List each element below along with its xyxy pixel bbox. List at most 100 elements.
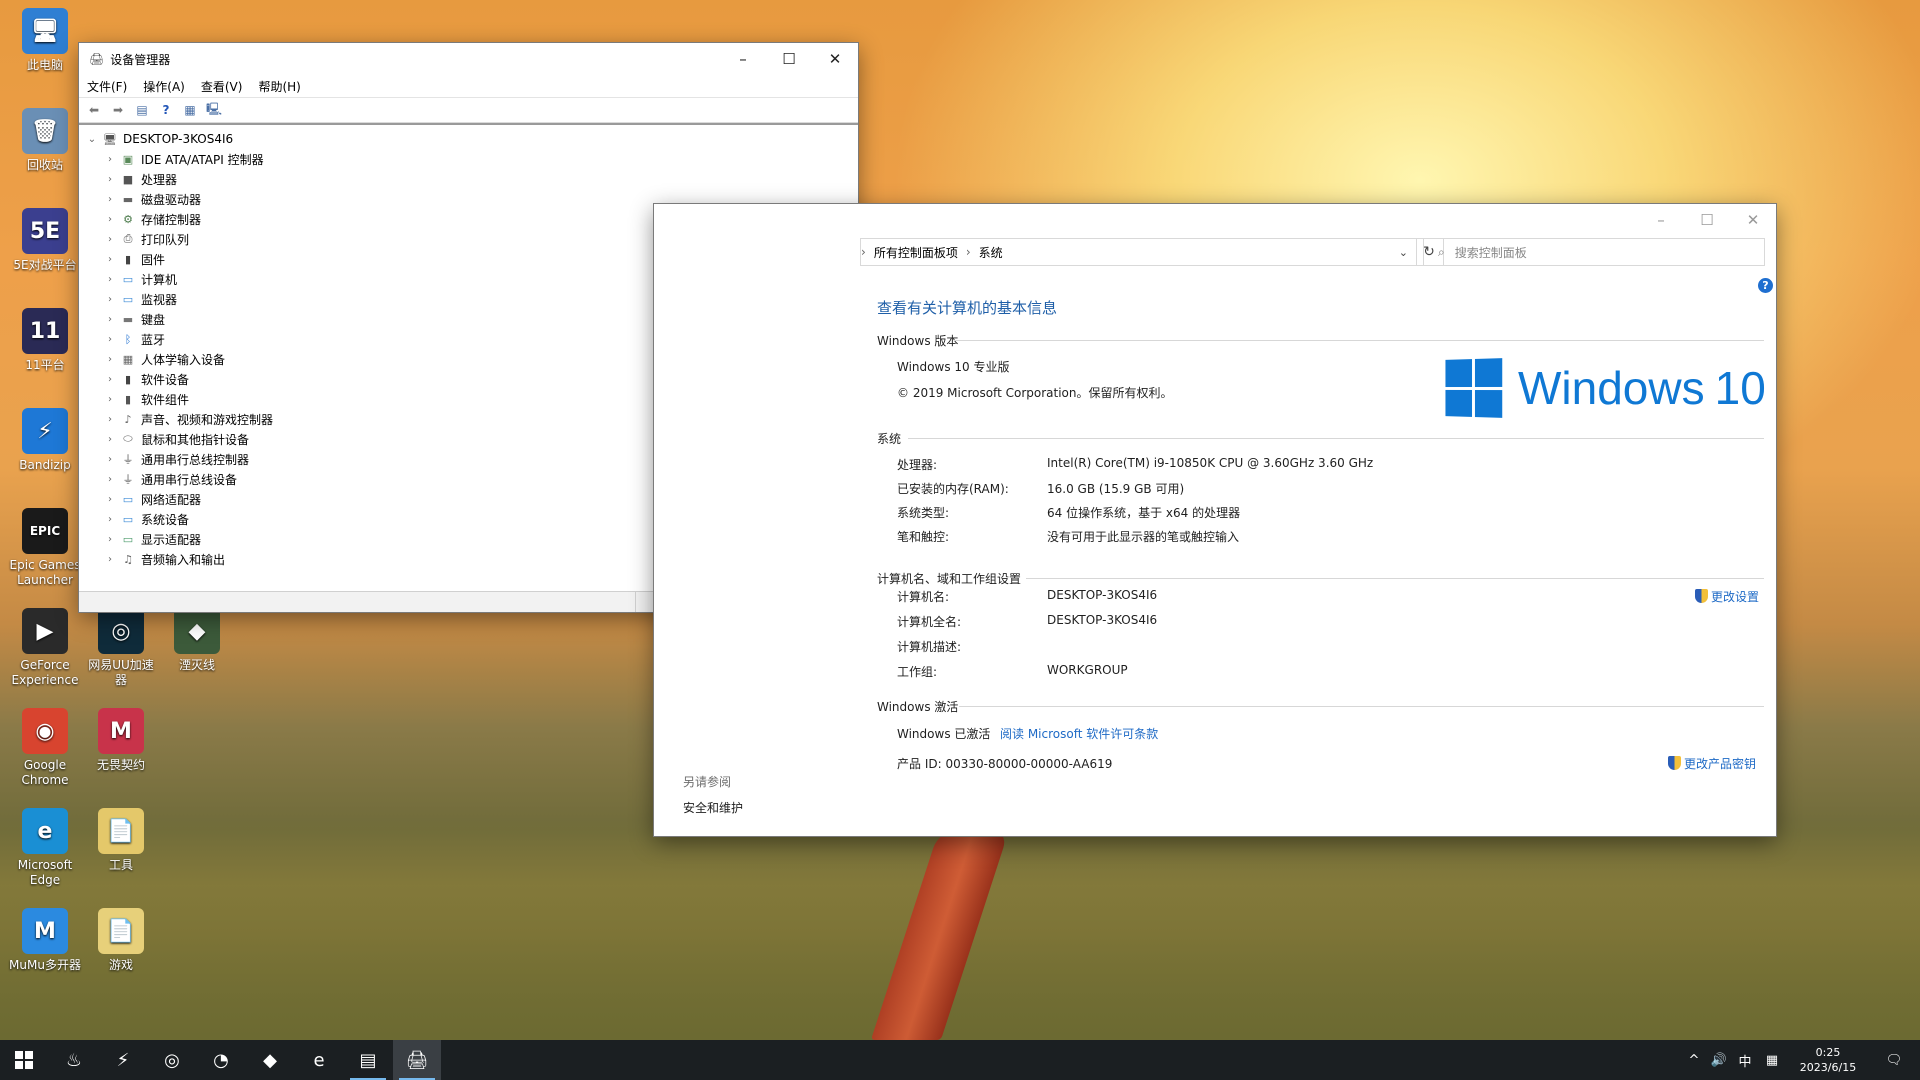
desktop-icon[interactable]: EPIC Epic Games Launcher bbox=[8, 508, 82, 588]
ime-indicator[interactable]: 中 bbox=[1734, 1040, 1756, 1080]
show-hide-console-tree-icon[interactable]: ▤ bbox=[133, 102, 151, 118]
desktop-icon[interactable]: ◉ Google Chrome bbox=[8, 708, 82, 788]
chevron-right-icon[interactable]: › bbox=[103, 434, 117, 445]
chevron-right-icon[interactable]: › bbox=[103, 274, 117, 285]
chevron-up-icon[interactable]: ^ bbox=[1686, 1040, 1702, 1080]
help-icon[interactable]: ? bbox=[157, 102, 175, 118]
chevron-right-icon[interactable]: › bbox=[103, 334, 117, 345]
notification-icon[interactable]: 🗨 bbox=[1876, 1040, 1912, 1080]
tree-item[interactable]: › ▮ 固件 bbox=[103, 249, 165, 269]
chevron-right-icon[interactable]: › bbox=[103, 214, 117, 225]
minimize-button[interactable]: – bbox=[1638, 204, 1684, 236]
tree-item[interactable]: › ▣ IDE ATA/ATAPI 控制器 bbox=[103, 149, 264, 169]
menu-view[interactable]: 查看(V) bbox=[201, 78, 243, 95]
help-icon[interactable]: ? bbox=[1758, 278, 1773, 293]
close-button[interactable]: ✕ bbox=[1730, 204, 1776, 236]
desktop-icon[interactable]: ▶ GeForce Experience bbox=[8, 608, 82, 688]
chevron-right-icon[interactable]: › bbox=[103, 174, 117, 185]
properties-icon[interactable]: ▦ bbox=[181, 102, 199, 118]
maximize-button[interactable]: ☐ bbox=[766, 43, 812, 75]
back-arrow-icon[interactable]: ⬅ bbox=[85, 102, 103, 118]
tree-item[interactable]: › ■ 处理器 bbox=[103, 169, 177, 189]
address-bar[interactable]: › 所有控制面板项 › 系统 ⌄ bbox=[860, 238, 1417, 266]
desktop-icon[interactable]: 📄 游戏 bbox=[84, 908, 158, 973]
chevron-right-icon[interactable]: › bbox=[103, 154, 117, 165]
license-terms-link[interactable]: 阅读 Microsoft 软件许可条款 bbox=[1000, 725, 1158, 742]
security-maintenance-link[interactable]: 安全和维护 bbox=[683, 799, 743, 816]
chevron-right-icon[interactable]: › bbox=[103, 494, 117, 505]
bandizip-icon[interactable]: ⚡ bbox=[99, 1040, 147, 1080]
close-button[interactable]: ✕ bbox=[812, 43, 858, 75]
chevron-right-icon[interactable]: › bbox=[103, 294, 117, 305]
breadcrumb-system[interactable]: 系统 bbox=[979, 244, 1003, 261]
tree-item[interactable]: › ▬ 磁盘驱动器 bbox=[103, 189, 201, 209]
chevron-right-icon[interactable]: › bbox=[103, 394, 117, 405]
chevron-right-icon[interactable]: › bbox=[103, 314, 117, 325]
ime-mode-icon[interactable]: ▦ bbox=[1760, 1040, 1784, 1080]
tree-item[interactable]: › ⏚ 通用串行总线设备 bbox=[103, 469, 237, 489]
desktop-icon[interactable]: 📄 工具 bbox=[84, 808, 158, 873]
forward-arrow-icon[interactable]: ➡ bbox=[109, 102, 127, 118]
search-input[interactable]: ⌕ 搜索控制面板 bbox=[1423, 238, 1765, 266]
chevron-right-icon[interactable]: › bbox=[103, 554, 117, 565]
desktop-icon[interactable]: 5E 5E对战平台 bbox=[8, 208, 82, 273]
uu-accelerator-icon[interactable]: ◎ bbox=[148, 1040, 196, 1080]
desktop-icon[interactable]: 11 11平台 bbox=[8, 308, 82, 373]
chevron-right-icon[interactable]: › bbox=[103, 194, 117, 205]
chevron-right-icon[interactable]: › bbox=[103, 354, 117, 365]
menu-action[interactable]: 操作(A) bbox=[143, 78, 185, 95]
volume-icon[interactable]: 🔊 bbox=[1708, 1040, 1730, 1080]
chevron-down-icon[interactable]: ⌄ bbox=[1399, 246, 1408, 259]
chevron-right-icon[interactable]: › bbox=[103, 374, 117, 385]
device-manager-titlebar[interactable]: 🖨 设备管理器 – ☐ ✕ bbox=[79, 43, 858, 75]
chevron-right-icon[interactable]: › bbox=[103, 414, 117, 425]
steam-icon[interactable]: ♨ bbox=[50, 1040, 98, 1080]
desktop-icon[interactable]: e Microsoft Edge bbox=[8, 808, 82, 888]
change-product-key-link[interactable]: 更改产品密钥 bbox=[1668, 755, 1756, 772]
clock[interactable]: 0:25 2023/6/15 bbox=[1790, 1040, 1866, 1080]
tree-item[interactable]: › ▮ 软件组件 bbox=[103, 389, 189, 409]
device-manager-icon[interactable]: 🖨 bbox=[393, 1040, 441, 1080]
tree-item[interactable]: › ⏚ 通用串行总线控制器 bbox=[103, 449, 249, 469]
tree-item[interactable]: › ▮ 软件设备 bbox=[103, 369, 189, 389]
menu-help[interactable]: 帮助(H) bbox=[258, 78, 300, 95]
desktop-icon[interactable]: 🖥 此电脑 bbox=[8, 8, 82, 73]
tree-item[interactable]: › ▦ 人体学输入设备 bbox=[103, 349, 225, 369]
game-launcher-icon[interactable]: ◆ bbox=[246, 1040, 294, 1080]
desktop-icon[interactable]: M 无畏契约 bbox=[84, 708, 158, 773]
chevron-right-icon[interactable]: › bbox=[103, 514, 117, 525]
chevron-right-icon[interactable]: › bbox=[103, 534, 117, 545]
control-panel-icon[interactable]: ▤ bbox=[344, 1040, 392, 1080]
scan-hardware-icon[interactable]: 🖳 bbox=[205, 102, 223, 118]
tree-item[interactable]: › ▭ 计算机 bbox=[103, 269, 177, 289]
tree-item[interactable]: › ▭ 系统设备 bbox=[103, 509, 189, 529]
start-button[interactable] bbox=[0, 1040, 48, 1080]
chevron-right-icon[interactable]: › bbox=[103, 254, 117, 265]
tree-item[interactable]: › ᛒ 蓝牙 bbox=[103, 329, 165, 349]
desktop-icon[interactable]: ◆ 湮灭线 bbox=[160, 608, 234, 673]
tree-item[interactable]: › ▭ 显示适配器 bbox=[103, 529, 201, 549]
chevron-right-icon[interactable]: › bbox=[103, 234, 117, 245]
obs-icon[interactable]: ◔ bbox=[197, 1040, 245, 1080]
tree-item[interactable]: › ⎙ 打印队列 bbox=[103, 229, 189, 249]
chevron-right-icon[interactable]: › bbox=[103, 454, 117, 465]
tree-item[interactable]: › ▬ 键盘 bbox=[103, 309, 165, 329]
edge-icon[interactable]: e bbox=[295, 1040, 343, 1080]
tree-item[interactable]: › ⬭ 鼠标和其他指针设备 bbox=[103, 429, 249, 449]
tree-item[interactable]: › ▭ 网络适配器 bbox=[103, 489, 201, 509]
tree-item[interactable]: › ▭ 监视器 bbox=[103, 289, 177, 309]
desktop-icon[interactable]: ◎ 网易UU加速器 bbox=[84, 608, 158, 688]
change-settings-link[interactable]: 更改设置 bbox=[1695, 588, 1759, 605]
maximize-button[interactable]: ☐ bbox=[1684, 204, 1730, 236]
tree-item[interactable]: › ⚙ 存储控制器 bbox=[103, 209, 201, 229]
minimize-button[interactable]: – bbox=[720, 43, 766, 75]
system-titlebar[interactable]: – ☐ ✕ bbox=[654, 204, 1776, 236]
tree-root[interactable]: ⌄ 🖥 DESKTOP-3KOS4I6 bbox=[85, 129, 233, 149]
chevron-down-icon[interactable]: ⌄ bbox=[85, 134, 99, 145]
chevron-right-icon[interactable]: › bbox=[103, 474, 117, 485]
tree-item[interactable]: › ♪ 声音、视频和游戏控制器 bbox=[103, 409, 273, 429]
tree-item[interactable]: › ♫ 音频输入和输出 bbox=[103, 549, 225, 569]
menu-file[interactable]: 文件(F) bbox=[87, 78, 127, 95]
breadcrumb-all-items[interactable]: 所有控制面板项 bbox=[874, 244, 958, 261]
desktop-icon[interactable]: M MuMu多开器 bbox=[8, 908, 82, 973]
